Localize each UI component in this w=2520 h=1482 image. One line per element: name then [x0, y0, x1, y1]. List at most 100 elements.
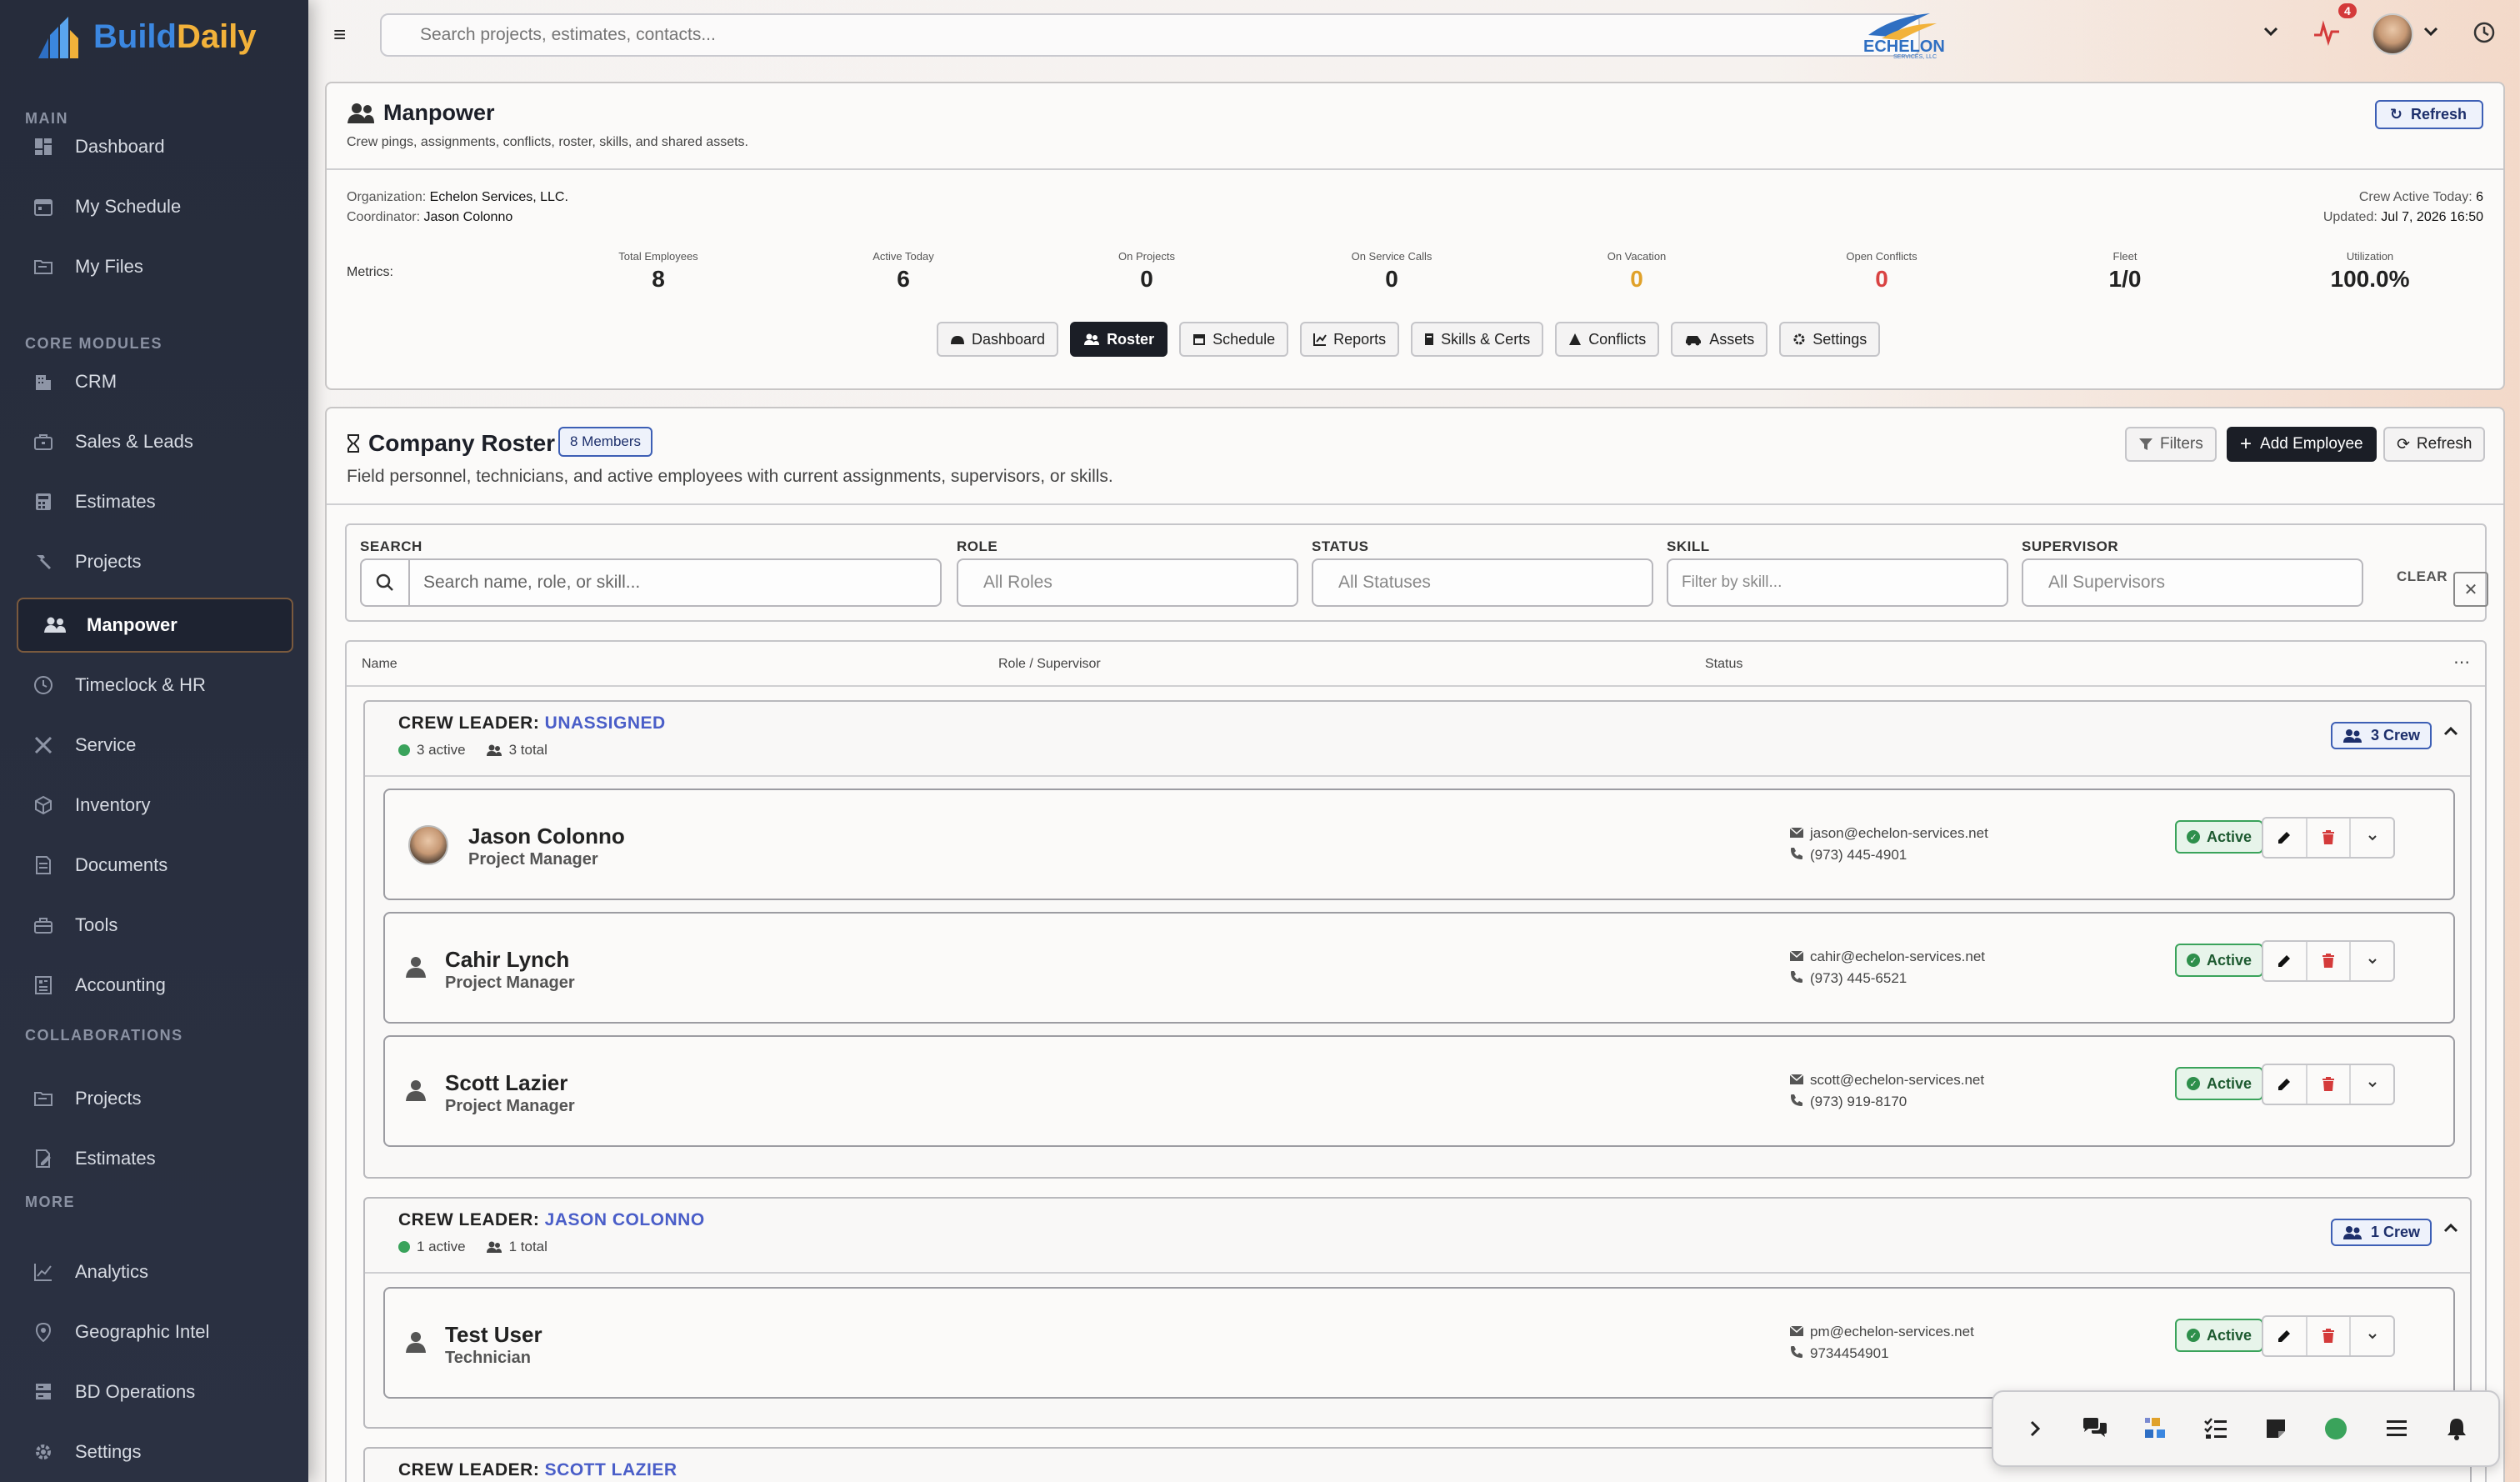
- sidebar-item-dashboard[interactable]: Dashboard: [18, 119, 292, 174]
- roster-search-input[interactable]: Search name, role, or skill...: [408, 558, 942, 607]
- employee-phone[interactable]: 9734454901: [1790, 1345, 1889, 1362]
- tab-roster[interactable]: Roster: [1070, 322, 1168, 357]
- apps-grid-icon[interactable]: [2142, 1414, 2170, 1443]
- expand-row-chevron-icon[interactable]: [2351, 942, 2393, 980]
- employee-email[interactable]: pm@echelon-services.net: [1789, 1324, 1974, 1340]
- svg-text:ECHELON: ECHELON: [1863, 38, 1945, 56]
- employee-name[interactable]: Test User: [445, 1322, 542, 1348]
- edit-pencil-icon[interactable]: [2263, 942, 2308, 980]
- menu-lines-icon[interactable]: [2382, 1414, 2411, 1443]
- tab-schedule[interactable]: Schedule: [1179, 322, 1289, 357]
- skill-input[interactable]: Filter by skill...: [1667, 558, 2008, 607]
- edit-pencil-icon[interactable]: [2263, 1065, 2308, 1104]
- sidebar-item-bd-operations[interactable]: BD Operations: [18, 1364, 292, 1419]
- user-avatar[interactable]: [2372, 13, 2413, 55]
- bell-icon[interactable]: [2442, 1414, 2471, 1443]
- collapse-chevron-icon[interactable]: [2021, 1414, 2049, 1443]
- sidebar-item-sales-leads[interactable]: Sales & Leads: [18, 414, 292, 469]
- employee-phone[interactable]: (973) 445-4901: [1790, 847, 1907, 864]
- employee-name[interactable]: Jason Colonno: [468, 824, 625, 849]
- sidebar-item-estimates[interactable]: Estimates: [18, 474, 292, 529]
- edit-pencil-icon[interactable]: [2263, 1317, 2308, 1355]
- sidebar-item-service[interactable]: Service: [18, 718, 292, 773]
- column-options-icon[interactable]: ⋯: [2453, 652, 2470, 673]
- filters-button[interactable]: Filters: [2125, 427, 2217, 462]
- crew-leader-name[interactable]: JASON COLONNO: [545, 1210, 705, 1229]
- sidebar-item-my-files[interactable]: My Files: [18, 239, 292, 294]
- delete-trash-icon[interactable]: [2308, 819, 2352, 857]
- check-circle-icon: ✓: [2187, 954, 2200, 967]
- sidebar-item-projects[interactable]: Projects: [18, 534, 292, 589]
- history-clock-icon[interactable]: [2472, 20, 2497, 50]
- sidebar-item-my-schedule[interactable]: My Schedule: [18, 179, 292, 234]
- tab-dashboard[interactable]: Dashboard: [937, 322, 1059, 357]
- delete-trash-icon[interactable]: [2308, 942, 2352, 980]
- employee-row[interactable]: Test User Technician pm@echelon-services.n…: [383, 1287, 2455, 1399]
- sidebar-item-crm[interactable]: CRM: [18, 354, 292, 409]
- sidebar-item-documents[interactable]: Documents: [18, 838, 292, 893]
- delete-trash-icon[interactable]: [2308, 1065, 2352, 1104]
- clear-filters-button[interactable]: ✕: [2453, 572, 2488, 607]
- collapse-group-chevron-icon[interactable]: [2442, 722, 2460, 745]
- employee-email[interactable]: jason@echelon-services.net: [1789, 825, 1988, 842]
- column-header-role[interactable]: Role / Supervisor: [998, 657, 1101, 672]
- tab-skills-certs[interactable]: Skills & Certs: [1411, 322, 1544, 357]
- sidebar-item-accounting[interactable]: Accounting: [18, 958, 292, 1013]
- employee-role: Project Manager: [445, 974, 575, 992]
- roster-refresh-button[interactable]: ⟳ Refresh: [2383, 427, 2486, 462]
- employee-phone[interactable]: (973) 445-6521: [1790, 970, 1907, 987]
- expand-row-chevron-icon[interactable]: [2351, 819, 2393, 857]
- section-collab: COLLABORATIONS: [25, 1027, 183, 1044]
- employee-email[interactable]: cahir@echelon-services.net: [1789, 949, 1985, 965]
- status-select[interactable]: All Statuses: [1312, 558, 1653, 607]
- tab-assets[interactable]: Assets: [1671, 322, 1768, 357]
- sidebar-item-geographic-intel[interactable]: Geographic Intel: [18, 1304, 292, 1359]
- employee-row[interactable]: Scott Lazier Project Manager scott@echelon…: [383, 1035, 2455, 1147]
- buildaily-logo[interactable]: BuildDaily: [37, 12, 257, 62]
- sidebar-item-inventory[interactable]: Inventory: [18, 778, 292, 833]
- menu-toggle-icon[interactable]: ≡: [333, 22, 346, 48]
- collapse-group-chevron-icon[interactable]: [2442, 1219, 2460, 1242]
- employee-phone[interactable]: (973) 919-8170: [1790, 1094, 1907, 1110]
- status-online-icon[interactable]: [2322, 1414, 2350, 1443]
- delete-trash-icon[interactable]: [2308, 1317, 2352, 1355]
- checklist-icon[interactable]: [2202, 1414, 2230, 1443]
- role-select[interactable]: All Roles: [957, 558, 1298, 607]
- echelon-services-logo[interactable]: ECHELON SERVICES, LLC: [1860, 5, 1952, 60]
- sidebar-item-manpower[interactable]: Manpower: [17, 598, 293, 653]
- tab-conflicts[interactable]: Conflicts: [1555, 322, 1660, 357]
- activity-pulse-icon[interactable]: [2312, 18, 2341, 51]
- crew-leader-name[interactable]: SCOTT LAZIER: [545, 1460, 678, 1479]
- column-header-status[interactable]: Status: [1705, 657, 1742, 672]
- sidebar-item-projects[interactable]: Projects: [18, 1071, 292, 1126]
- sidebar-item-estimates[interactable]: Estimates: [18, 1131, 292, 1186]
- column-header-name[interactable]: Name: [362, 657, 398, 672]
- edit-pencil-icon[interactable]: [2263, 819, 2308, 857]
- employee-name[interactable]: Cahir Lynch: [445, 947, 569, 973]
- tab-reports[interactable]: Reports: [1300, 322, 1400, 357]
- employee-email[interactable]: scott@echelon-services.net: [1789, 1072, 1984, 1089]
- tab-settings[interactable]: Settings: [1779, 322, 1881, 357]
- crew-leader-name[interactable]: UNASSIGNED: [545, 713, 666, 733]
- employee-row[interactable]: Jason Colonno Project Manager jason@echelo…: [383, 789, 2455, 900]
- sticky-note-icon[interactable]: [2262, 1414, 2290, 1443]
- sidebar-item-settings[interactable]: Settings: [18, 1424, 292, 1479]
- global-search-input[interactable]: [380, 13, 1920, 57]
- add-employee-button[interactable]: + Add Employee: [2227, 427, 2377, 462]
- employee-row[interactable]: Cahir Lynch Project Manager cahir@echelon-…: [383, 912, 2455, 1024]
- expand-row-chevron-icon[interactable]: [2351, 1065, 2393, 1104]
- supervisor-select[interactable]: All Supervisors: [2022, 558, 2363, 607]
- employee-name[interactable]: Scott Lazier: [445, 1070, 568, 1096]
- group-divider: [365, 775, 2470, 777]
- metric-utilization: Utilization 100.0%: [2287, 250, 2453, 293]
- manpower-tabs: Dashboard Roster Schedule Reports Skills & C…: [937, 322, 1881, 357]
- org-switch-chevron-icon[interactable]: [2262, 22, 2280, 45]
- expand-row-chevron-icon[interactable]: [2351, 1317, 2393, 1355]
- sidebar-item-timeclock-hr[interactable]: Timeclock & HR: [18, 658, 292, 713]
- chat-icon[interactable]: [2081, 1414, 2109, 1443]
- sidebar-item-tools[interactable]: Tools: [18, 898, 292, 953]
- sidebar-item-analytics[interactable]: Analytics: [18, 1244, 292, 1299]
- manpower-refresh-button[interactable]: ↻ Refresh: [2374, 100, 2483, 129]
- user-menu-chevron-icon[interactable]: [2422, 22, 2440, 45]
- status-text: Active: [2207, 828, 2252, 845]
